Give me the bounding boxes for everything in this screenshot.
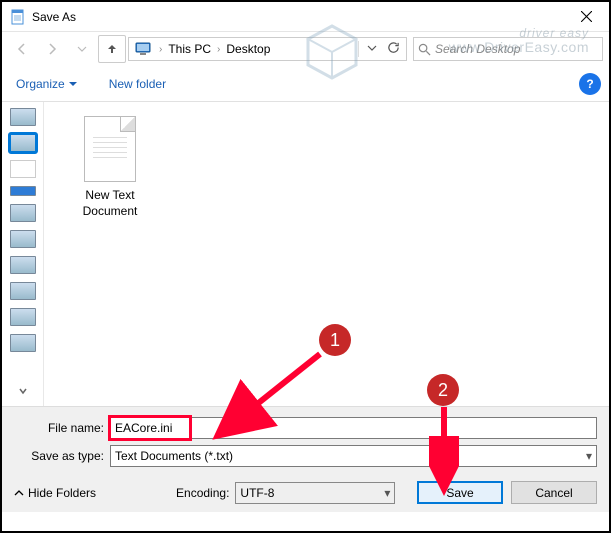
encoding-label: Encoding: <box>176 486 229 500</box>
search-icon <box>418 43 431 56</box>
nav-bar: › This PC › Desktop Search Desktop <box>2 32 609 66</box>
tree-item[interactable] <box>10 334 36 352</box>
savetype-select[interactable]: Text Documents (*.txt) ▾ <box>110 445 597 467</box>
this-pc-icon <box>135 41 151 57</box>
notepad-icon <box>10 9 26 25</box>
tree-item[interactable] <box>10 256 36 274</box>
tree-item[interactable] <box>10 160 36 178</box>
chevron-right-icon: › <box>217 44 220 55</box>
chevron-down-icon: ▾ <box>586 449 592 463</box>
annotation-step-2: 2 <box>427 374 459 406</box>
recent-dropdown[interactable] <box>68 35 96 63</box>
organize-menu[interactable]: Organize <box>10 73 83 95</box>
filename-label: File name: <box>14 421 110 435</box>
filename-input[interactable] <box>110 417 597 439</box>
title-bar: Save As <box>2 2 609 32</box>
breadcrumb-desktop[interactable]: Desktop <box>224 42 272 56</box>
toolbar: Organize New folder ? <box>2 66 609 102</box>
chevron-down-icon: ▾ <box>384 486 390 500</box>
tree-expand-icon[interactable] <box>17 385 29 400</box>
new-folder-button[interactable]: New folder <box>103 73 172 95</box>
file-label: New Text Document <box>70 188 150 219</box>
up-button[interactable] <box>98 35 126 63</box>
annotation-arrow-1 <box>202 342 342 452</box>
tree-item[interactable] <box>10 282 36 300</box>
chevron-up-icon <box>14 488 24 498</box>
annotation-arrow-2 <box>429 402 459 502</box>
address-bar[interactable]: › This PC › Desktop <box>128 37 407 61</box>
search-placeholder: Search Desktop <box>435 42 520 56</box>
file-item[interactable]: New Text Document <box>70 116 150 219</box>
hide-folders-toggle[interactable]: Hide Folders <box>14 486 96 500</box>
tree-item-selected[interactable] <box>10 134 36 152</box>
nav-tree[interactable] <box>2 102 44 406</box>
tree-item[interactable] <box>10 230 36 248</box>
tree-item[interactable] <box>10 186 36 196</box>
close-button[interactable] <box>564 2 609 32</box>
tree-item[interactable] <box>10 108 36 126</box>
chevron-down-icon <box>69 80 77 88</box>
breadcrumb-this-pc[interactable]: This PC <box>166 42 213 56</box>
annotation-step-1: 1 <box>319 324 351 356</box>
forward-button[interactable] <box>38 35 66 63</box>
search-input[interactable]: Search Desktop <box>413 37 603 61</box>
tree-item[interactable] <box>10 308 36 326</box>
encoding-select[interactable]: UTF-8 ▾ <box>235 482 395 504</box>
window-title: Save As <box>32 10 76 24</box>
savetype-label: Save as type: <box>14 449 110 463</box>
back-button[interactable] <box>8 35 36 63</box>
cancel-button[interactable]: Cancel <box>511 481 597 504</box>
chevron-right-icon: › <box>159 44 162 55</box>
help-button[interactable]: ? <box>579 73 601 95</box>
refresh-icon[interactable] <box>383 41 404 57</box>
tree-item[interactable] <box>10 204 36 222</box>
text-file-icon <box>84 116 136 182</box>
address-dropdown-icon[interactable] <box>363 42 381 56</box>
